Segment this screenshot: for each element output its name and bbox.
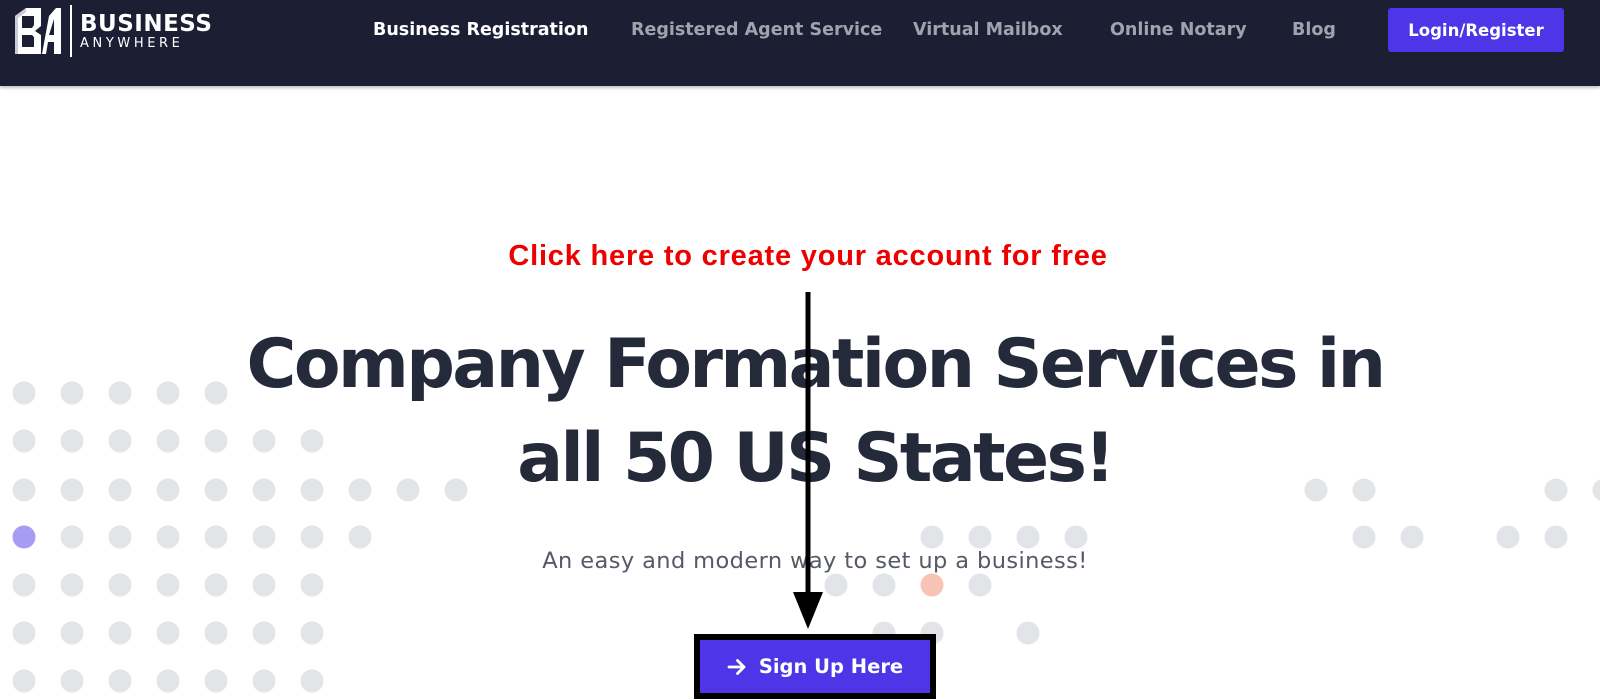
- pattern-dot: [108, 621, 132, 645]
- pattern-dot: [204, 669, 228, 693]
- pattern-dot: [12, 621, 36, 645]
- hero-title-line2: all 50 US States!: [517, 419, 1115, 498]
- pattern-dot: [12, 669, 36, 693]
- brand-name-line2: ANYWHERE: [80, 35, 184, 51]
- pattern-dot: [204, 621, 228, 645]
- sign-up-button[interactable]: Sign Up Here: [700, 640, 930, 693]
- brand-name: BUSINESS ANYWHERE: [80, 10, 213, 51]
- pattern-dot: [252, 669, 276, 693]
- hero-title: Company Formation Services in all 50 US …: [0, 318, 1600, 506]
- arrow-right-icon: [727, 658, 746, 675]
- nav-link-online-notary[interactable]: Online Notary: [1110, 18, 1247, 42]
- brand-name-line1: BUSINESS: [80, 10, 213, 37]
- pattern-dot: [300, 621, 324, 645]
- signup-highlight-frame: Sign Up Here: [694, 634, 936, 699]
- sign-up-button-label: Sign Up Here: [758, 655, 904, 678]
- pattern-dot: [156, 621, 180, 645]
- login-register-button[interactable]: Login/Register: [1388, 8, 1564, 52]
- hero-subtitle: An easy and modern way to set up a busin…: [542, 548, 1088, 574]
- pattern-dot: [156, 669, 180, 693]
- nav-link-blog[interactable]: Blog: [1292, 18, 1336, 42]
- nav-link-virtual-mailbox[interactable]: Virtual Mailbox: [913, 18, 1063, 42]
- signup-annotation-text: Click here to create your account for fr…: [508, 240, 1108, 272]
- pattern-dot: [300, 669, 324, 693]
- top-navbar: BUSINESS ANYWHERE Business Registration …: [0, 0, 1600, 86]
- pattern-dot: [1016, 621, 1040, 645]
- hero-title-line1: Company Formation Services in: [246, 325, 1387, 404]
- ba-monogram-icon: [15, 8, 61, 54]
- brand-logo[interactable]: BUSINESS ANYWHERE: [12, 4, 212, 58]
- pattern-dot: [60, 621, 84, 645]
- pattern-dot: [108, 669, 132, 693]
- nav-link-business-registration[interactable]: Business Registration: [373, 18, 588, 42]
- pattern-dot: [252, 621, 276, 645]
- pattern-dot: [60, 669, 84, 693]
- logo-divider: [70, 5, 72, 57]
- nav-link-registered-agent-service[interactable]: Registered Agent Service: [631, 18, 882, 42]
